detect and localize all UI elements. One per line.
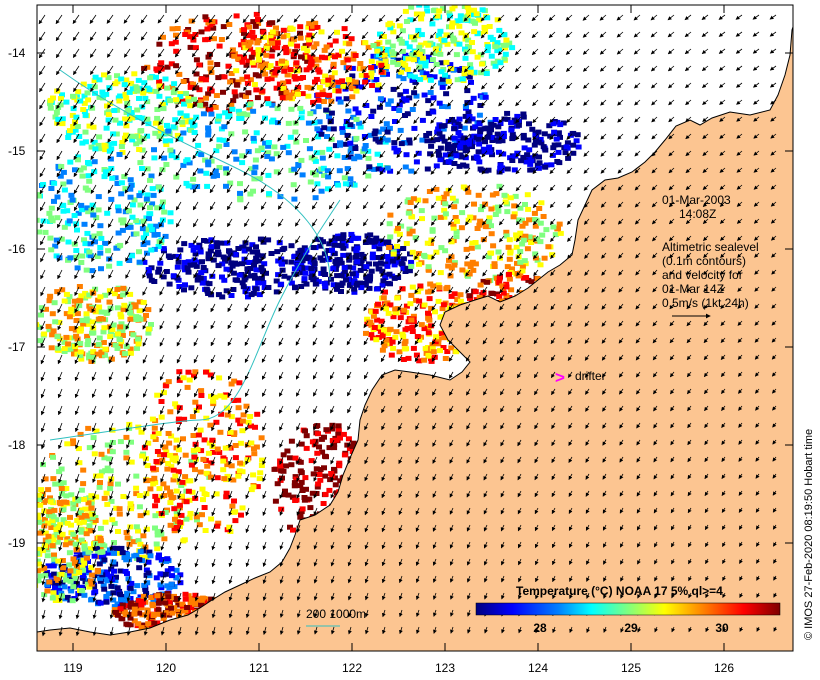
map-canvas: -14 -15 -16 -17 -18 -19 119 120 121 122 …: [8, 4, 815, 675]
lon-tick-label: 122: [342, 661, 362, 675]
depth-legend-label: 200 1000m: [306, 607, 366, 621]
lon-tick-label: 124: [528, 661, 548, 675]
colorbar-gradient: [475, 602, 781, 616]
credit-label: © IMOS 27-Feb-2020 08:19:50 Hobart time: [803, 429, 815, 640]
drifter-label: drifter: [575, 369, 606, 383]
lat-tick-label: -15: [8, 144, 26, 158]
lon-tick-label: 121: [249, 661, 269, 675]
info-line: 01-Mar 14Z: [662, 282, 724, 296]
map-figure: -14 -15 -16 -17 -18 -19 119 120 121 122 …: [0, 0, 820, 680]
lat-tick-label: -17: [8, 340, 26, 354]
colorbar-title: Temperature (°C) NOAA 17 5% ql>=4: [516, 584, 723, 598]
info-line: 0.5m/s (1kt 24h): [662, 296, 749, 310]
colorbar-tick-label: 28: [533, 621, 547, 635]
lon-tick-label: 120: [156, 661, 176, 675]
lat-tick-label: -16: [8, 242, 26, 256]
lat-tick-label: -14: [8, 46, 26, 60]
drifter-marker: >: [555, 368, 565, 387]
lon-tick-label: 126: [714, 661, 734, 675]
info-line: and velocity for: [662, 268, 743, 282]
lon-tick-label: 119: [63, 661, 82, 675]
lon-tick-label: 123: [435, 661, 455, 675]
info-line: (0.1m contours): [662, 254, 746, 268]
lat-tick-label: -18: [8, 438, 26, 452]
time-label: 14:08Z: [679, 207, 716, 221]
colorbar-tick-label: 29: [624, 621, 638, 635]
info-line: Altimetric sealevel: [662, 240, 759, 254]
colorbar-tick-label: 30: [715, 621, 729, 635]
lat-tick-label: -19: [8, 536, 26, 550]
date-label: 01-Mar-2003: [662, 193, 731, 207]
lon-tick-label: 125: [621, 661, 641, 675]
